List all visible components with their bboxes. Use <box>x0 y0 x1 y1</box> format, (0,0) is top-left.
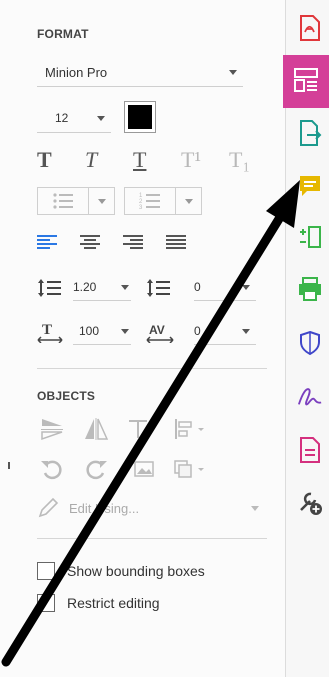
text-style-row: T T T T¹ T₁ <box>37 147 277 172</box>
create-pdf-icon[interactable] <box>297 15 323 41</box>
rotate-left-icon[interactable] <box>39 456 65 482</box>
align-right-icon[interactable] <box>123 234 143 250</box>
replace-image-icon[interactable] <box>128 456 156 482</box>
align-justify-icon[interactable] <box>166 234 186 250</box>
panel-edge-marker <box>8 462 10 469</box>
flip-horizontal-icon[interactable] <box>83 416 109 442</box>
italic-button[interactable]: T <box>85 147 133 172</box>
edit-pdf-icon[interactable] <box>293 67 319 93</box>
objects-section-title: OBJECTS <box>37 389 96 403</box>
comment-icon[interactable] <box>297 173 323 199</box>
checkbox-box[interactable] <box>37 562 55 580</box>
paragraph-spacing-control[interactable]: 0 <box>146 274 256 301</box>
bold-button[interactable]: T <box>37 147 85 172</box>
horizontal-scale-icon: T <box>37 322 63 343</box>
character-spacing-value: 0 <box>194 324 201 338</box>
numbered-list-button[interactable]: 1 2 3 <box>124 187 202 215</box>
horizontal-scale-control[interactable]: T 100 <box>37 318 131 345</box>
edit-using-label: Edit Using... <box>69 500 140 516</box>
font-family-value: Minion Pro <box>45 64 108 80</box>
chevron-down-icon <box>97 198 106 204</box>
create-form-icon[interactable] <box>297 437 323 463</box>
underline-button[interactable]: T <box>133 147 181 172</box>
font-family-select[interactable]: Minion Pro <box>37 58 243 87</box>
svg-text:3: 3 <box>139 205 143 210</box>
font-size-value: 12 <box>55 111 69 125</box>
chevron-down-icon <box>121 284 129 290</box>
align-objects-icon[interactable] <box>172 416 208 442</box>
align-center-icon[interactable] <box>80 234 100 250</box>
format-section-title: FORMAT <box>37 27 89 41</box>
alignment-row <box>37 234 186 250</box>
divider <box>37 368 267 369</box>
print-production-icon[interactable] <box>297 276 323 302</box>
edit-format-panel: FORMAT Minion Pro 12 T T T T¹ T₁ 1 2 3 1… <box>0 0 286 677</box>
chevron-down-icon <box>184 198 193 204</box>
character-spacing-icon: AV <box>146 323 174 343</box>
flip-vertical-icon[interactable] <box>39 416 65 442</box>
font-size-select[interactable]: 12 <box>37 104 111 133</box>
show-bounding-boxes-checkbox[interactable]: Show bounding boxes <box>37 562 205 580</box>
chevron-down-icon <box>229 69 237 75</box>
protect-icon[interactable] <box>297 330 323 356</box>
text-color-fill <box>128 105 152 129</box>
arrange-objects-icon[interactable] <box>172 456 208 482</box>
line-spacing-control[interactable]: 1.20 <box>37 274 131 301</box>
restrict-editing-checkbox[interactable]: Restrict editing <box>37 594 160 612</box>
rotate-right-icon[interactable] <box>83 456 109 482</box>
svg-text:AV: AV <box>149 323 165 337</box>
chevron-down-icon <box>251 505 259 511</box>
restrict-editing-label: Restrict editing <box>67 595 160 611</box>
checkbox-box[interactable] <box>37 594 55 612</box>
fill-sign-icon[interactable] <box>297 383 323 409</box>
paragraph-spacing-value: 0 <box>194 280 201 294</box>
chevron-down-icon <box>242 328 250 334</box>
horizontal-scale-value: 100 <box>79 324 100 338</box>
chevron-down-icon <box>97 115 105 121</box>
edit-using-select[interactable]: Edit Using... <box>37 494 265 522</box>
divider <box>37 538 267 539</box>
superscript-button[interactable]: T¹ <box>181 147 229 172</box>
bullet-list-icon <box>38 188 89 214</box>
pencil-icon <box>38 497 59 518</box>
chevron-down-icon <box>121 328 129 334</box>
more-tools-icon[interactable] <box>297 490 323 516</box>
line-spacing-value: 1.20 <box>73 280 97 294</box>
paragraph-spacing-icon <box>147 278 170 297</box>
line-spacing-icon <box>38 278 61 297</box>
svg-text:T: T <box>42 322 52 338</box>
show-bounding-boxes-label: Show bounding boxes <box>67 563 205 579</box>
align-left-icon[interactable] <box>37 234 57 250</box>
export-pdf-icon[interactable] <box>297 120 323 146</box>
organize-pages-icon[interactable] <box>297 224 323 250</box>
text-color-picker[interactable] <box>124 101 156 133</box>
numbered-list-icon: 1 2 3 <box>125 188 176 214</box>
character-spacing-control[interactable]: AV 0 <box>146 318 256 345</box>
chevron-down-icon <box>242 284 250 290</box>
subscript-button[interactable]: T₁ <box>229 147 277 172</box>
bullet-list-button[interactable] <box>37 187 115 215</box>
crop-icon[interactable] <box>125 416 151 442</box>
